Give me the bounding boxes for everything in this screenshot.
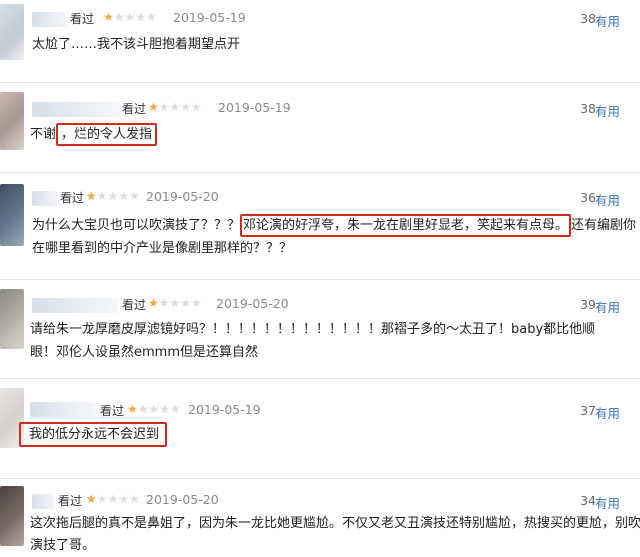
review-date: 2019-05-20 — [146, 189, 219, 204]
review-text: 为什么大宝贝也可以吹演技了？？？ 邓论演的好浮夸，朱一龙在剧里好显老，笑起来有点母… — [32, 214, 636, 237]
review-date: 2019-05-19 — [218, 100, 291, 115]
watched-status: 看过 — [122, 102, 147, 116]
review-text-line: 这次拖后腿的真不是鼻姐了，因为朱一龙比她更尴尬。不仅又老又丑演技还特别尴尬，热搜… — [30, 516, 640, 531]
review-item: 看过 ★★★★★ 2019-05-20 36 有用 为什么大宝贝也可以吹演技了？… — [0, 174, 640, 284]
avatar[interactable] — [0, 92, 24, 150]
highlight-box: ，烂的令人发指 — [56, 123, 158, 146]
review-text-line: 演技了哥。 — [30, 538, 96, 553]
useful-count: 38 — [580, 11, 596, 26]
avatar[interactable] — [0, 486, 24, 546]
useful-button[interactable]: 有用 — [595, 297, 620, 316]
review-date: 2019-05-20 — [216, 296, 289, 311]
highlight-box: 我的低分永远不会迟到 — [19, 422, 168, 447]
divider — [0, 279, 640, 280]
avatar[interactable] — [0, 4, 24, 60]
review-text-line: 眼！邓伦人设虽然emmm但是还算自然 — [30, 345, 258, 360]
review-item: 看过 ★★★★★ 2019-05-20 39 有用 请给朱一龙厚磨皮厚滤镜好吗？… — [0, 281, 640, 379]
useful-button[interactable]: 有用 — [595, 101, 620, 120]
username[interactable] — [32, 12, 68, 27]
divider — [0, 82, 640, 83]
review-item: 看过 ★★★★★ 2019-05-20 34 有用 这次拖后腿的真不是鼻姐了，因… — [0, 480, 640, 557]
review-text-plain: 为什么大宝贝也可以吹演技了？？？ — [32, 218, 241, 233]
review-text-plain: 还有编剧你 — [571, 218, 637, 233]
divider — [0, 478, 640, 479]
review-item: 看过 ★★★★★ 2019-05-19 37 有用 我的低分永远不会迟到 — [0, 380, 640, 472]
rating-stars: ★★★★★ — [103, 10, 157, 24]
review-text-line: 请给朱一龙厚磨皮厚滤镜好吗？！！！！！！！！！！！！！那褶子多的～太丑了！bab… — [30, 322, 596, 337]
username[interactable] — [32, 298, 118, 313]
divider — [0, 378, 640, 379]
review-date: 2019-05-20 — [146, 492, 219, 507]
useful-count: 37 — [580, 403, 596, 418]
review-text: 我的低分永远不会迟到 — [19, 422, 168, 447]
avatar[interactable] — [0, 184, 24, 246]
avatar[interactable] — [0, 289, 24, 349]
username[interactable] — [32, 494, 54, 509]
useful-button[interactable]: 有用 — [595, 11, 620, 30]
username[interactable] — [32, 102, 120, 117]
watched-status: 看过 — [122, 298, 147, 312]
watched-status: 看过 — [60, 191, 85, 205]
rating-stars: ★★★★★ — [86, 492, 140, 506]
useful-count: 38 — [580, 101, 596, 116]
username[interactable] — [30, 402, 96, 417]
rating-stars: ★★★★★ — [148, 296, 202, 310]
useful-count: 34 — [580, 493, 596, 508]
useful-count: 39 — [580, 297, 596, 312]
review-text-plain: 不谢 — [30, 127, 57, 142]
highlight-box: 邓论演的好浮夸，朱一龙在剧里好显老，笑起来有点母。 — [240, 214, 572, 237]
rating-stars: ★★★★★ — [127, 402, 181, 416]
rating-stars: ★★★★★ — [86, 189, 140, 203]
rating-stars: ★★★★★ — [148, 100, 202, 114]
useful-count: 36 — [580, 190, 596, 205]
divider — [0, 172, 640, 173]
review-date: 2019-05-19 — [173, 10, 246, 25]
watched-status: 看过 — [100, 404, 125, 418]
review-item: 看过 ★★★★★ 2019-05-19 38 有用 不谢 ，烂的令人发指 — [0, 84, 640, 176]
review-text: 太尬了……我不该斗胆抱着期望点开 — [32, 37, 241, 52]
watched-status: 看过 — [70, 12, 95, 26]
review-item: 看过 ★★★★★ 2019-05-19 38 有用 太尬了……我不该斗胆抱着期望… — [0, 0, 640, 74]
watched-status: 看过 — [58, 494, 83, 508]
useful-button[interactable]: 有用 — [595, 190, 620, 209]
username[interactable] — [32, 191, 58, 206]
review-text-line: 在哪里看到的中介产业是像剧里那样的？？？ — [32, 241, 293, 256]
useful-button[interactable]: 有用 — [595, 493, 620, 512]
review-date: 2019-05-19 — [188, 402, 261, 417]
useful-button[interactable]: 有用 — [595, 403, 620, 422]
review-text: 不谢 ，烂的令人发指 — [30, 123, 158, 146]
